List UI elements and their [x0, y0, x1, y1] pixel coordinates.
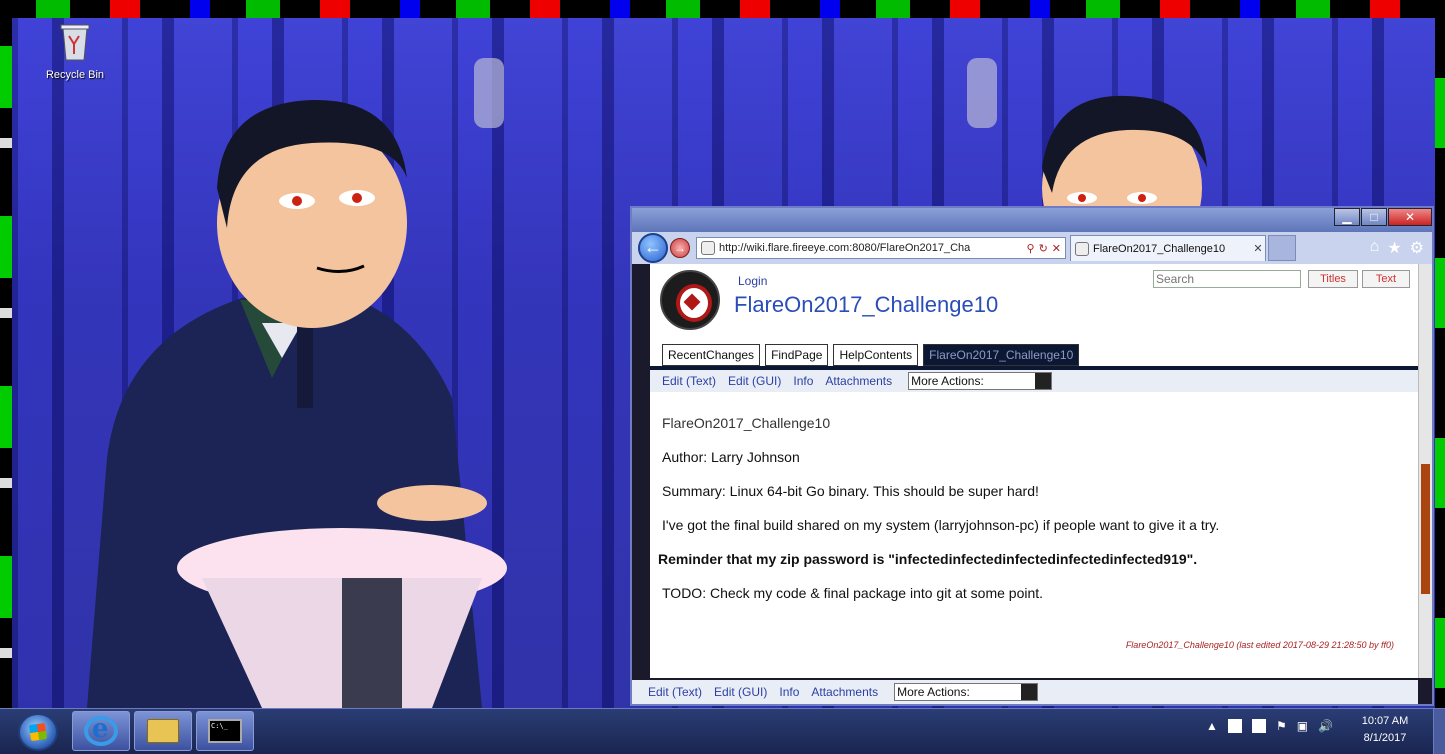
edit-text-link[interactable]: Edit (Text) [662, 374, 716, 388]
todo-line: TODO: Check my code & final package into… [662, 585, 1044, 601]
chevron-down-icon [1021, 684, 1038, 700]
refresh-icon[interactable]: ↻ [1039, 242, 1048, 255]
minimize-button[interactable]: ▁ [1334, 208, 1360, 226]
home-icon[interactable]: ⌂ [1370, 238, 1380, 258]
build-note-line: I've got the final build shared on my sy… [662, 517, 1220, 533]
glitch-border-left [0, 18, 12, 708]
vertical-scrollbar[interactable] [1418, 264, 1432, 678]
address-tools: ⚲ ↻ ✕ [1027, 242, 1066, 255]
attachments-link[interactable]: Attachments [825, 374, 892, 388]
tab-help-contents[interactable]: HelpContents [833, 344, 919, 366]
show-desktop-button[interactable] [1433, 709, 1445, 754]
more-actions-label: More Actions: [911, 374, 984, 388]
window-controls: ▁ □ ✕ [1333, 208, 1432, 226]
recycle-bin-label: Recycle Bin [45, 69, 105, 81]
command-prompt-icon: C:\_ [208, 719, 242, 743]
recycle-bin-shortcut[interactable]: Recycle Bin [40, 22, 110, 81]
system-tray: ▲ ⚑ ▣ 🔊 [1206, 719, 1333, 733]
forward-button[interactable]: → [670, 238, 690, 258]
attachments-link-bottom[interactable]: Attachments [811, 685, 878, 699]
more-actions-select-bottom[interactable]: More Actions: [894, 683, 1039, 701]
chevron-down-icon [1035, 373, 1052, 389]
edit-action-bar-bottom: Edit (Text) Edit (GUI) Info Attachments … [632, 680, 1418, 704]
search-text-button[interactable]: Text [1362, 270, 1410, 288]
browser-navigation-bar: ← → http://wiki.flare.fireeye.com:8080/F… [632, 232, 1432, 264]
clock-date: 8/1/2017 [1363, 732, 1407, 744]
tab-page-icon [1075, 241, 1089, 256]
back-button[interactable]: ← [638, 233, 668, 263]
scrollbar-thumb[interactable] [1421, 464, 1430, 594]
tab-title: FlareOn2017_Challenge10 [1093, 242, 1226, 255]
password-reminder-line: Reminder that my zip password is "infect… [658, 551, 1198, 567]
action-center-flag-icon[interactable]: ⚑ [1276, 719, 1287, 733]
tray-app-icon[interactable] [1227, 719, 1242, 733]
glitch-border-right [1435, 18, 1445, 708]
start-button[interactable] [18, 713, 58, 751]
page-footer-info: FlareOn2017_Challenge10 (last edited 201… [1125, 640, 1394, 650]
page-name-heading: FlareOn2017_Challenge10 [662, 415, 831, 431]
edit-gui-link[interactable]: Edit (GUI) [728, 374, 781, 388]
tab-current-page[interactable]: FlareOn2017_Challenge10 [923, 344, 1080, 366]
tray-expand-icon[interactable]: ▲ [1206, 719, 1218, 733]
internet-explorer-icon [84, 714, 118, 746]
browser-tab[interactable]: FlareOn2017_Challenge10 ✕ [1070, 235, 1266, 261]
system-clock[interactable]: 10:07 AM 8/1/2017 [1343, 713, 1427, 747]
browser-tools: ⌂ ★ ⚙ [1370, 238, 1424, 258]
wiki-logo[interactable] [660, 270, 720, 330]
more-actions-label-bottom: More Actions: [897, 685, 970, 699]
maximize-button[interactable]: □ [1361, 208, 1387, 226]
browser-window: ▁ □ ✕ ← → http://wiki.flare.fireeye.com:… [630, 206, 1434, 706]
edit-text-link-bottom[interactable]: Edit (Text) [648, 685, 702, 699]
volume-icon[interactable]: 🔊 [1318, 719, 1333, 733]
recycle-bin-icon [60, 24, 90, 61]
search-input[interactable] [1153, 270, 1301, 288]
page-title[interactable]: FlareOn2017_Challenge10 [734, 292, 998, 318]
author-line: Author: Larry Johnson [662, 449, 800, 465]
new-tab-button[interactable] [1268, 235, 1296, 261]
info-link[interactable]: Info [793, 374, 813, 388]
edit-action-bar: Edit (Text) Edit (GUI) Info Attachments … [650, 370, 1418, 392]
network-icon[interactable]: ▣ [1297, 719, 1308, 733]
address-search-icon[interactable]: ⚲ [1027, 242, 1035, 255]
address-url[interactable]: http://wiki.flare.fireeye.com:8080/Flare… [719, 242, 1027, 254]
stop-icon[interactable]: ✕ [1052, 242, 1061, 255]
summary-line: Summary: Linux 64-bit Go binary. This sh… [662, 483, 1039, 499]
glitch-border-top [0, 0, 1445, 18]
taskbar: C:\_ ▲ ⚑ ▣ 🔊 10:07 AM 8/1/2017 [0, 708, 1445, 754]
wiki-header: Login FlareOn2017_Challenge10 Titles Tex… [650, 264, 1418, 338]
favorites-icon[interactable]: ★ [1387, 238, 1401, 258]
page-icon [701, 241, 715, 255]
more-actions-select[interactable]: More Actions: [908, 372, 1053, 390]
close-button[interactable]: ✕ [1388, 208, 1432, 226]
wiki-body: FlareOn2017_Challenge10 Author: Larry Jo… [658, 414, 1412, 618]
browser-titlebar[interactable]: ▁ □ ✕ [632, 208, 1432, 232]
login-link[interactable]: Login [738, 274, 767, 288]
tray-app-icon-2[interactable] [1251, 719, 1266, 733]
settings-icon[interactable]: ⚙ [1410, 238, 1424, 258]
folder-icon [147, 719, 179, 743]
taskbar-ie-button[interactable] [72, 711, 130, 751]
clock-time: 10:07 AM [1361, 715, 1409, 727]
tab-close-icon[interactable]: ✕ [1251, 242, 1265, 255]
tab-find-page[interactable]: FindPage [765, 344, 829, 366]
page-content: Login FlareOn2017_Challenge10 Titles Tex… [650, 264, 1418, 678]
address-bar[interactable]: http://wiki.flare.fireeye.com:8080/Flare… [696, 237, 1066, 259]
info-link-bottom[interactable]: Info [779, 685, 799, 699]
left-character-figure [87, 99, 507, 708]
tab-recent-changes[interactable]: RecentChanges [662, 344, 761, 366]
search-titles-button[interactable]: Titles [1308, 270, 1358, 288]
edit-gui-link-bottom[interactable]: Edit (GUI) [714, 685, 767, 699]
wiki-nav-tabs: RecentChanges FindPage HelpContents Flar… [662, 344, 1080, 366]
taskbar-explorer-button[interactable] [134, 711, 192, 751]
taskbar-cmd-button[interactable]: C:\_ [196, 711, 254, 751]
